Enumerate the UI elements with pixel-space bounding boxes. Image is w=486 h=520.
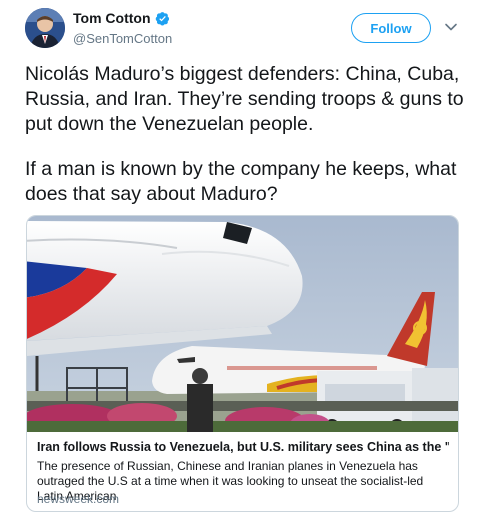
tweet-text: Nicolás Maduro’s biggest defenders: Chin… [25,62,470,207]
author-name-text[interactable]: Tom Cotton [73,10,151,26]
card-image[interactable] [27,216,459,432]
card-title[interactable]: Iran follows Russia to Venezuela, but U.… [37,440,449,454]
author-handle[interactable]: @SenTomCotton [73,31,172,46]
avatar-photo-icon [25,8,65,48]
card-domain: newsweek.com [37,492,120,506]
tweet-header: Tom Cotton @SenTomCotton Follow [0,0,486,56]
link-preview-card[interactable]: Iran follows Russia to Venezuela, but U.… [26,215,459,512]
tweet-paragraph-2: If a man is known by the company he keep… [25,158,457,205]
follow-button[interactable]: Follow [351,13,431,43]
author-name[interactable]: Tom Cotton [73,10,170,26]
verified-badge-icon [155,11,169,26]
avatar[interactable] [25,8,65,48]
chevron-down-icon[interactable] [444,20,458,34]
tweet-paragraph-1: Nicolás Maduro’s biggest defenders: Chin… [25,63,464,135]
